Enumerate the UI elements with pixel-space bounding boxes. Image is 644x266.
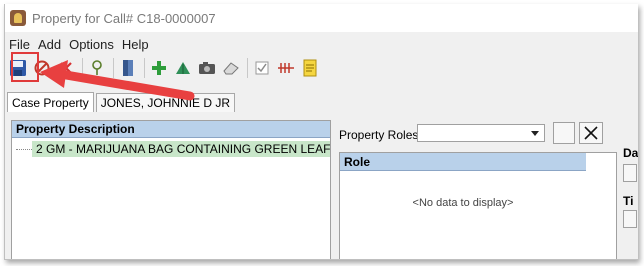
menu-file[interactable]: File [5,37,34,52]
property-list: Property Description 2 GM - MARIJUANA BA… [11,120,331,259]
add-button[interactable] [148,57,170,79]
empty-grid-message: <No data to display> [412,197,514,209]
camera-button[interactable] [196,57,218,79]
eraser-button[interactable] [220,57,242,79]
evidence-seal-button[interactable] [275,57,297,79]
role-grid: Role <No data to display> [339,152,617,259]
menu-options[interactable]: Options [65,37,118,52]
plus-icon [152,61,166,75]
toolbar-separator [144,58,145,78]
property-window: Property for Call# C18-0000007 File Add … [4,4,638,260]
role-column-header: Role [340,153,586,171]
remove-role-button[interactable] [579,122,603,144]
camera-icon [199,62,215,74]
list-item[interactable]: 2 GM - MARIJUANA BAG CONTAINING GREEN LE… [12,141,330,157]
app-icon [10,10,26,26]
property-description-header: Property Description [12,121,330,138]
add-role-button[interactable] [553,122,575,144]
document-icon [303,59,317,77]
tree-connector [16,148,32,150]
tag-icon [92,60,102,75]
property-roles-label: Property Roles: [339,128,422,142]
menu-add[interactable]: Add [34,37,65,52]
leaf-icon [176,62,190,74]
save-highlight-box [11,52,39,82]
menu-bar: File Add Options Help [5,34,153,54]
seal-tape-icon [278,63,294,73]
chevron-down-icon [531,131,539,136]
tab-strip: Case Property JONES, JOHNNIE D JR [7,92,237,112]
menu-help[interactable]: Help [118,37,153,52]
toolbar-separator [247,58,248,78]
eraser-icon [223,62,239,75]
date-label: Da [623,146,638,160]
delete-button[interactable] [55,57,77,79]
checklist-button[interactable] [251,57,273,79]
checkbox-icon [255,61,269,75]
tag-button[interactable] [86,57,108,79]
tab-case-property[interactable]: Case Property [7,92,94,112]
marijuana-button[interactable] [172,57,194,79]
property-description-text: 2 GM - MARIJUANA BAG CONTAINING GREEN LE… [32,141,330,157]
door-button[interactable] [117,57,139,79]
title-bar: Property for Call# C18-0000007 [5,4,638,32]
toolbar [7,54,323,82]
close-icon [584,126,598,140]
close-icon [60,62,72,74]
time-field[interactable] [623,210,637,228]
door-icon [123,60,133,76]
notes-button[interactable] [299,57,321,79]
window-title: Property for Call# C18-0000007 [32,10,216,26]
date-field[interactable] [623,164,637,182]
toolbar-separator [113,58,114,78]
tab-person[interactable]: JONES, JOHNNIE D JR [95,93,236,112]
time-label: Ti [623,194,634,208]
property-roles-select[interactable] [417,124,545,142]
toolbar-separator [82,58,83,78]
